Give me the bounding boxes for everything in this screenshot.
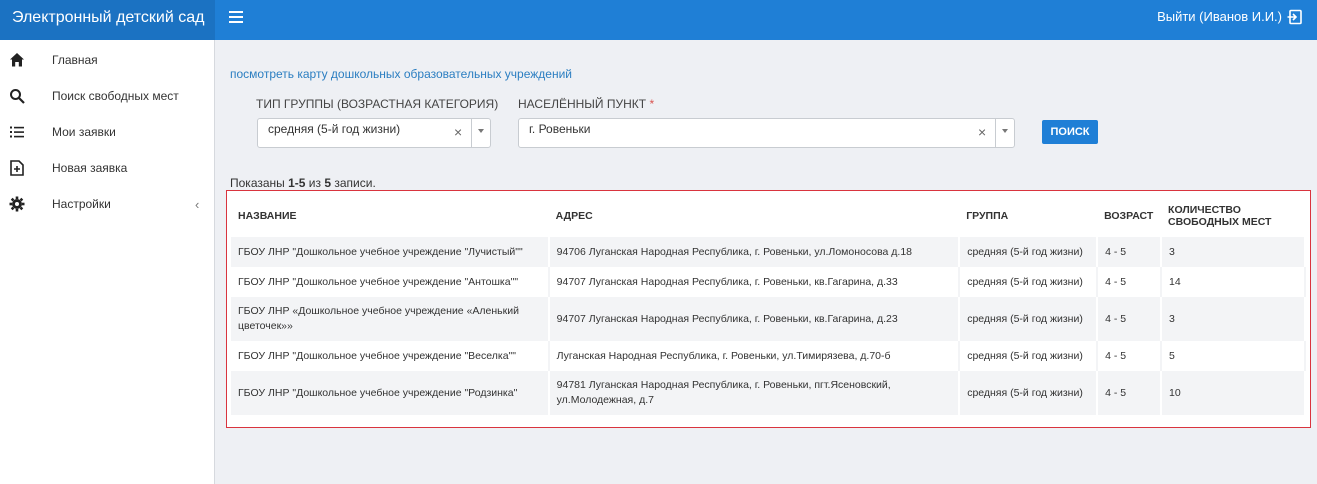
sidebar-item-label: Поиск свободных мест xyxy=(52,89,179,103)
summary-prefix: Показаны xyxy=(230,176,289,190)
cell-address: Луганская Народная Республика, г. Ровень… xyxy=(548,341,961,371)
locality-value: г. Ровеньки xyxy=(529,122,591,136)
locality-label: НАСЕЛЁННЫЙ ПУНКТ * xyxy=(518,97,654,111)
summary-suffix: записи. xyxy=(331,176,376,190)
sidebar-item-settings[interactable]: Настройки ‹ xyxy=(0,186,214,222)
app-title[interactable]: Электронный детский сад xyxy=(0,0,215,40)
clear-icon[interactable]: × xyxy=(978,124,986,140)
sidebar-item-my-applications[interactable]: Мои заявки xyxy=(0,114,214,150)
results-table-container: НАЗВАНИЕ АДРЕС ГРУППА ВОЗРАСТ КОЛИЧЕСТВО… xyxy=(226,190,1311,428)
cell-address: 94706 Луганская Народная Республика, г. … xyxy=(548,237,961,267)
select-divider xyxy=(995,119,996,147)
column-header-address[interactable]: АДРЕС xyxy=(549,195,960,237)
column-header-age[interactable]: ВОЗРАСТ xyxy=(1097,195,1161,237)
sidebar-item-label: Мои заявки xyxy=(52,125,116,139)
cell-name: ГБОУ ЛНР "Дошкольное учебное учреждение … xyxy=(231,237,550,267)
clear-icon[interactable]: × xyxy=(454,124,462,140)
cell-group: средняя (5-й год жизни) xyxy=(959,267,1099,297)
cell-name: ГБОУ ЛНР "Дошкольное учебное учреждение … xyxy=(231,371,550,415)
group-type-select[interactable]: средняя (5-й год жизни) × xyxy=(257,118,491,148)
cell-group: средняя (5-й год жизни) xyxy=(959,371,1099,415)
cell-address: 94781 Луганская Народная Республика, г. … xyxy=(548,371,961,415)
sidebar-item-label: Новая заявка xyxy=(52,161,128,175)
required-mark: * xyxy=(649,97,655,111)
logout-label: Выйти (Иванов И.И.) xyxy=(1157,9,1282,24)
top-bar: Электронный детский сад Выйти (Иванов И.… xyxy=(0,0,1317,40)
cell-address: 94707 Луганская Народная Республика, г. … xyxy=(548,267,961,297)
home-icon xyxy=(10,53,24,67)
sidebar-item-home[interactable]: Главная xyxy=(0,42,214,78)
table-row[interactable]: ГБОУ ЛНР "Дошкольное учебное учреждение … xyxy=(231,341,1306,371)
chevron-down-icon[interactable] xyxy=(1002,129,1008,133)
new-file-icon xyxy=(10,160,24,176)
gear-icon xyxy=(9,196,25,212)
sidebar-item-search[interactable]: Поиск свободных мест xyxy=(0,78,214,114)
column-header-free-places[interactable]: КОЛИЧЕСТВО СВОБОДНЫХ МЕСТ xyxy=(1161,195,1305,237)
summary-middle: из xyxy=(305,176,325,190)
cell-age: 4 - 5 xyxy=(1097,267,1163,297)
cell-free-places: 5 xyxy=(1161,341,1306,371)
cell-age: 4 - 5 xyxy=(1097,297,1163,341)
cell-age: 4 - 5 xyxy=(1097,341,1163,371)
table-header-row: НАЗВАНИЕ АДРЕС ГРУППА ВОЗРАСТ КОЛИЧЕСТВО… xyxy=(231,195,1305,237)
locality-label-text: НАСЕЛЁННЫЙ ПУНКТ xyxy=(518,97,647,111)
list-icon xyxy=(10,126,24,138)
column-header-name[interactable]: НАЗВАНИЕ xyxy=(231,195,549,237)
cell-group: средняя (5-й год жизни) xyxy=(959,341,1099,371)
summary-range: 1-5 xyxy=(288,176,306,190)
column-header-group[interactable]: ГРУППА xyxy=(959,195,1097,237)
table-row[interactable]: ГБОУ ЛНР "Дошкольное учебное учреждение … xyxy=(231,371,1306,415)
logout-button[interactable]: Выйти (Иванов И.И.) xyxy=(1157,8,1303,26)
sidebar: Главная Поиск свободных мест Мои заявки … xyxy=(0,40,215,484)
group-type-value: средняя (5-й год жизни) xyxy=(268,122,401,136)
sidebar-item-label: Настройки xyxy=(52,197,111,211)
sidebar-item-label: Главная xyxy=(52,53,98,67)
cell-name: ГБОУ ЛНР «Дошкольное учебное учреждение … xyxy=(231,297,550,341)
search-icon xyxy=(10,89,25,104)
cell-free-places: 14 xyxy=(1161,267,1306,297)
cell-group: средняя (5-й год жизни) xyxy=(959,297,1099,341)
table-row[interactable]: ГБОУ ЛНР "Дошкольное учебное учреждение … xyxy=(231,267,1306,297)
sidebar-item-new-application[interactable]: Новая заявка xyxy=(0,150,214,186)
cell-free-places: 10 xyxy=(1161,371,1306,415)
cell-address: 94707 Луганская Народная Республика, г. … xyxy=(548,297,961,341)
cell-age: 4 - 5 xyxy=(1097,371,1163,415)
cell-name: ГБОУ ЛНР "Дошкольное учебное учреждение … xyxy=(231,267,550,297)
results-summary: Показаны 1-5 из 5 записи. xyxy=(230,176,376,190)
main-content: посмотреть карту дошкольных образователь… xyxy=(216,40,1317,484)
chevron-left-icon[interactable]: ‹ xyxy=(195,197,199,212)
table-row[interactable]: ГБОУ ЛНР «Дошкольное учебное учреждение … xyxy=(231,297,1306,341)
group-type-label: ТИП ГРУППЫ (ВОЗРАСТНАЯ КАТЕГОРИЯ) xyxy=(256,97,499,111)
logout-icon xyxy=(1287,9,1302,25)
select-divider xyxy=(471,119,472,147)
map-link[interactable]: посмотреть карту дошкольных образователь… xyxy=(230,67,572,81)
menu-toggle-icon[interactable] xyxy=(229,11,243,25)
results-table: НАЗВАНИЕ АДРЕС ГРУППА ВОЗРАСТ КОЛИЧЕСТВО… xyxy=(231,195,1306,415)
locality-select[interactable]: г. Ровеньки × xyxy=(518,118,1015,148)
cell-age: 4 - 5 xyxy=(1097,237,1163,267)
cell-free-places: 3 xyxy=(1161,237,1306,267)
cell-free-places: 3 xyxy=(1161,297,1306,341)
table-row[interactable]: ГБОУ ЛНР "Дошкольное учебное учреждение … xyxy=(231,237,1306,267)
chevron-down-icon[interactable] xyxy=(478,129,484,133)
cell-name: ГБОУ ЛНР "Дошкольное учебное учреждение … xyxy=(231,341,550,371)
search-button[interactable]: ПОИСК xyxy=(1042,120,1098,144)
cell-group: средняя (5-й год жизни) xyxy=(959,237,1099,267)
